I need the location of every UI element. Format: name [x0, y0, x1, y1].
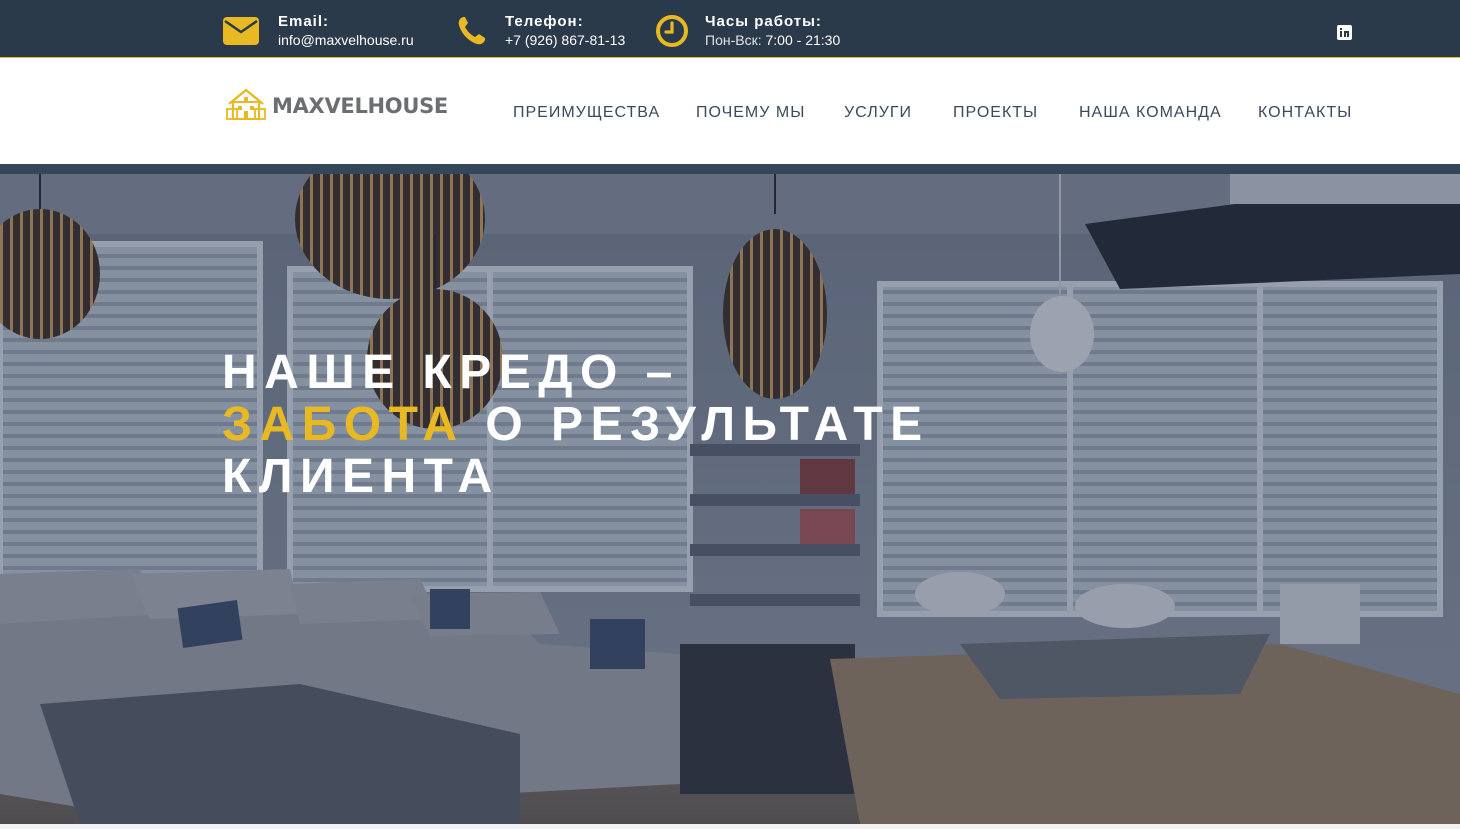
phone-link[interactable]: +7 (926) 867-81-13: [505, 31, 625, 49]
hours-label: Часы работы:: [705, 13, 822, 30]
hero-line-1: НАШЕ КРЕДО –: [222, 346, 680, 399]
email-link[interactable]: info@maxvelhouse.ru: [278, 31, 414, 49]
hero-line-2: ЗАБОТА О РЕЗУЛЬТАТЕ: [222, 399, 930, 451]
nav-why-us[interactable]: ПОЧЕМУ МЫ: [696, 103, 805, 123]
nav-team[interactable]: НАША КОМАНДА: [1079, 103, 1222, 123]
clock-icon: [652, 15, 692, 47]
nav-projects[interactable]: ПРОЕКТЫ: [953, 103, 1038, 123]
envelope-icon: [221, 15, 261, 47]
phone-icon: [451, 15, 491, 47]
contact-hours: Часы работы: Пон-Вск: 7:00 - 21:30: [652, 13, 840, 49]
page-bottom-edge: [0, 824, 1460, 829]
hero-heading: НАШЕ КРЕДО – ЗАБОТА О РЕЗУЛЬТАТЕ КЛИЕНТА: [222, 347, 930, 503]
hours-days: Пон-Вск:: [705, 32, 762, 48]
nav-services[interactable]: УСЛУГИ: [844, 103, 912, 123]
hero-accent-word: ЗАБОТА: [222, 398, 465, 451]
nav-contacts[interactable]: КОНТАКТЫ: [1258, 103, 1352, 123]
nav-advantages[interactable]: ПРЕИМУЩЕСТВА: [513, 103, 660, 123]
hours-time: 7:00 - 21:30: [765, 32, 841, 48]
hours-value: Пон-Вск: 7:00 - 21:30: [705, 31, 840, 49]
contact-phone: Телефон: +7 (926) 867-81-13: [451, 13, 625, 49]
phone-label: Телефон:: [505, 13, 584, 30]
main-nav: ПРЕИМУЩЕСТВА ПОЧЕМУ МЫ УСЛУГИ ПРОЕКТЫ НА…: [0, 103, 1460, 123]
hero-line-2-rest: О РЕЗУЛЬТАТЕ: [485, 398, 930, 451]
hero-section: НАШЕ КРЕДО – ЗАБОТА О РЕЗУЛЬТАТЕ КЛИЕНТА: [0, 174, 1460, 824]
linkedin-icon[interactable]: [1337, 25, 1352, 40]
email-label: Email:: [278, 13, 330, 30]
site-header: MAXVELHOUSE ПРЕИМУЩЕСТВА ПОЧЕМУ МЫ УСЛУГ…: [0, 59, 1460, 164]
header-divider: [0, 164, 1460, 174]
top-contact-bar: Email: info@maxvelhouse.ru Телефон: +7 (…: [0, 0, 1460, 58]
contact-email: Email: info@maxvelhouse.ru: [221, 13, 414, 49]
hero-line-3: КЛИЕНТА: [222, 450, 500, 503]
